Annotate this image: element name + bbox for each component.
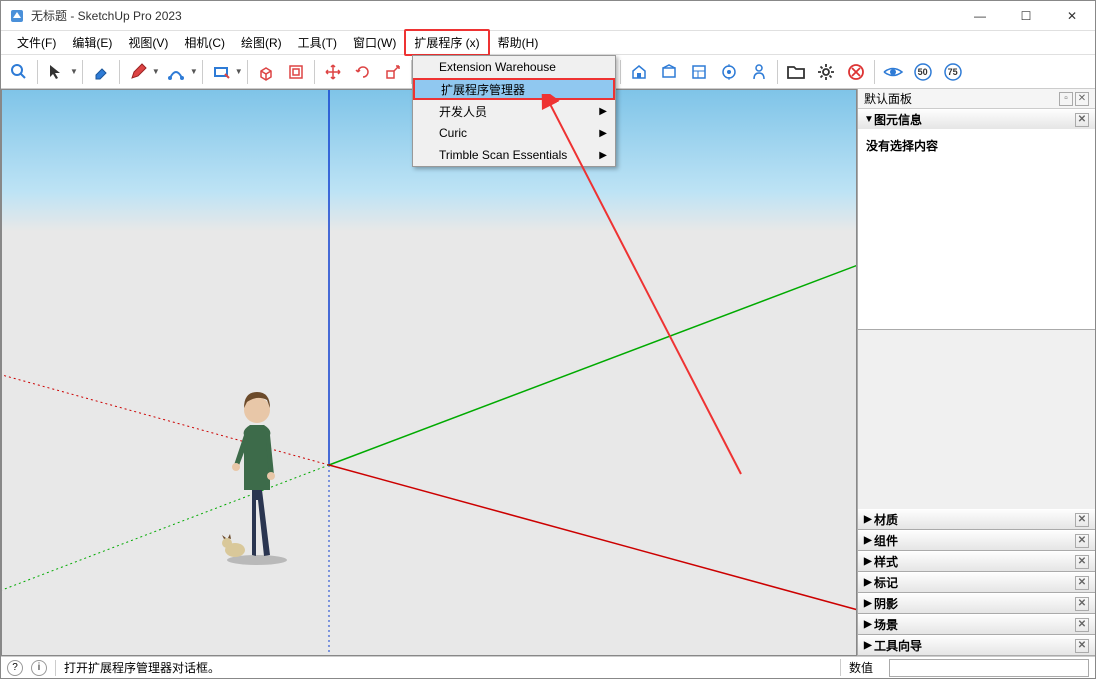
menu-item-extension-manager[interactable]: 扩展程序管理器 xyxy=(413,78,615,100)
chevron-right-icon: ▶ xyxy=(864,514,874,525)
help-icon[interactable]: ? xyxy=(7,660,23,676)
menu-help[interactable]: 帮助(H) xyxy=(490,31,547,54)
l75-icon[interactable]: 75 xyxy=(939,58,967,86)
menu-extensions[interactable]: 扩展程序 (x) xyxy=(404,29,489,56)
right-panel: 默认面板 ▫ ✕ ▼ 图元信息 ✕ 没有选择内容 ▶材质✕ ▶组件✕ ▶样式✕ … xyxy=(857,89,1095,656)
panel-section-materials: ▶材质✕ xyxy=(858,509,1095,530)
menu-item-developer[interactable]: 开发人员▶ xyxy=(413,100,615,122)
menu-edit[interactable]: 编辑(E) xyxy=(64,31,120,54)
section-close-icon[interactable]: ✕ xyxy=(1075,576,1089,590)
section-close-icon[interactable]: ✕ xyxy=(1075,113,1089,127)
layout-icon[interactable] xyxy=(685,58,713,86)
panel-section-instructor: ▶工具向导✕ xyxy=(858,635,1095,656)
select-icon[interactable] xyxy=(42,58,70,86)
rotate-icon[interactable] xyxy=(349,58,377,86)
section-close-icon[interactable]: ✕ xyxy=(1075,513,1089,527)
panel-section-components: ▶组件✕ xyxy=(858,530,1095,551)
statusbar: ? i 打开扩展程序管理器对话框。 数值 xyxy=(1,656,1095,678)
submenu-arrow-icon: ▶ xyxy=(599,150,607,161)
arc-icon[interactable] xyxy=(162,58,190,86)
panel-section-scenes: ▶场景✕ xyxy=(858,614,1095,635)
section-close-icon[interactable]: ✕ xyxy=(1075,639,1089,653)
submenu-arrow-icon: ▶ xyxy=(599,128,607,139)
menu-camera[interactable]: 相机(C) xyxy=(176,31,233,54)
menu-item-trimble-scan[interactable]: Trimble Scan Essentials▶ xyxy=(413,144,615,166)
minimize-button[interactable]: — xyxy=(957,1,1003,31)
app-logo xyxy=(9,8,25,24)
window-title: 无标题 - SketchUp Pro 2023 xyxy=(31,7,957,24)
panel-section-styles: ▶样式✕ xyxy=(858,551,1095,572)
panel-collapse-icon[interactable]: ▫ xyxy=(1059,92,1073,106)
section-close-icon[interactable]: ✕ xyxy=(1075,618,1089,632)
panel-spacer xyxy=(858,330,1095,509)
menubar: 文件(F) 编辑(E) 视图(V) 相机(C) 绘图(R) 工具(T) 窗口(W… xyxy=(1,31,1095,55)
cancel-icon[interactable] xyxy=(842,58,870,86)
axes-overlay xyxy=(2,90,856,655)
chevron-right-icon: ▶ xyxy=(864,619,874,630)
panel-body-entityinfo: 没有选择内容 xyxy=(858,129,1095,329)
main-area: 默认面板 ▫ ✕ ▼ 图元信息 ✕ 没有选择内容 ▶材质✕ ▶组件✕ ▶样式✕ … xyxy=(1,89,1095,656)
submenu-arrow-icon: ▶ xyxy=(599,106,607,117)
window-controls: — ☐ ✕ xyxy=(957,1,1095,31)
extensions-menu: Extension Warehouse 扩展程序管理器 开发人员▶ Curic▶… xyxy=(412,55,616,167)
panel-title: 默认面板 xyxy=(864,90,912,107)
menu-tools[interactable]: 工具(T) xyxy=(290,31,345,54)
rectangle-icon[interactable] xyxy=(207,58,235,86)
scale-figure xyxy=(222,380,292,565)
chevron-right-icon: ▶ xyxy=(864,577,874,588)
close-button[interactable]: ✕ xyxy=(1049,1,1095,31)
value-label: 数值 xyxy=(840,659,881,676)
chevron-right-icon: ▶ xyxy=(864,640,874,651)
gear-icon[interactable] xyxy=(812,58,840,86)
menu-item-curic[interactable]: Curic▶ xyxy=(413,122,615,144)
panel-section-entityinfo: ▼ 图元信息 ✕ 没有选择内容 xyxy=(858,109,1095,330)
person-icon[interactable] xyxy=(745,58,773,86)
menu-view[interactable]: 视图(V) xyxy=(120,31,176,54)
location-icon[interactable] xyxy=(715,58,743,86)
section-close-icon[interactable]: ✕ xyxy=(1075,597,1089,611)
pushpull-icon[interactable] xyxy=(252,58,280,86)
extension-icon[interactable] xyxy=(655,58,683,86)
panel-section-shadows: ▶阴影✕ xyxy=(858,593,1095,614)
pencil-icon[interactable] xyxy=(124,58,152,86)
menu-window[interactable]: 窗口(W) xyxy=(345,31,404,54)
menu-draw[interactable]: 绘图(R) xyxy=(233,31,290,54)
titlebar: 无标题 - SketchUp Pro 2023 — ☐ ✕ xyxy=(1,1,1095,31)
menu-file[interactable]: 文件(F) xyxy=(9,31,64,54)
chevron-right-icon: ▶ xyxy=(864,535,874,546)
panel-section-header[interactable]: ▼ 图元信息 ✕ xyxy=(858,109,1095,129)
eraser-icon[interactable] xyxy=(87,58,115,86)
section-close-icon[interactable]: ✕ xyxy=(1075,555,1089,569)
chevron-down-icon: ▼ xyxy=(864,114,874,125)
section-close-icon[interactable]: ✕ xyxy=(1075,534,1089,548)
chevron-right-icon: ▶ xyxy=(864,598,874,609)
eye-icon[interactable] xyxy=(879,58,907,86)
panel-header: 默认面板 ▫ ✕ xyxy=(858,89,1095,109)
panel-section-tags: ▶标记✕ xyxy=(858,572,1095,593)
panel-close-icon[interactable]: ✕ xyxy=(1075,92,1089,106)
maximize-button[interactable]: ☐ xyxy=(1003,1,1049,31)
menu-item-extension-warehouse[interactable]: Extension Warehouse xyxy=(413,56,615,78)
status-hint: 打开扩展程序管理器对话框。 xyxy=(64,659,832,676)
chevron-right-icon: ▶ xyxy=(864,556,874,567)
l50-icon[interactable]: 50 xyxy=(909,58,937,86)
viewport-3d[interactable] xyxy=(1,89,857,656)
move-icon[interactable] xyxy=(319,58,347,86)
folder-icon[interactable] xyxy=(782,58,810,86)
value-input[interactable] xyxy=(889,659,1089,677)
warehouse-icon[interactable] xyxy=(625,58,653,86)
search-icon[interactable] xyxy=(5,58,33,86)
info-icon[interactable]: i xyxy=(31,660,47,676)
offset-icon[interactable] xyxy=(282,58,310,86)
scale-icon[interactable] xyxy=(379,58,407,86)
